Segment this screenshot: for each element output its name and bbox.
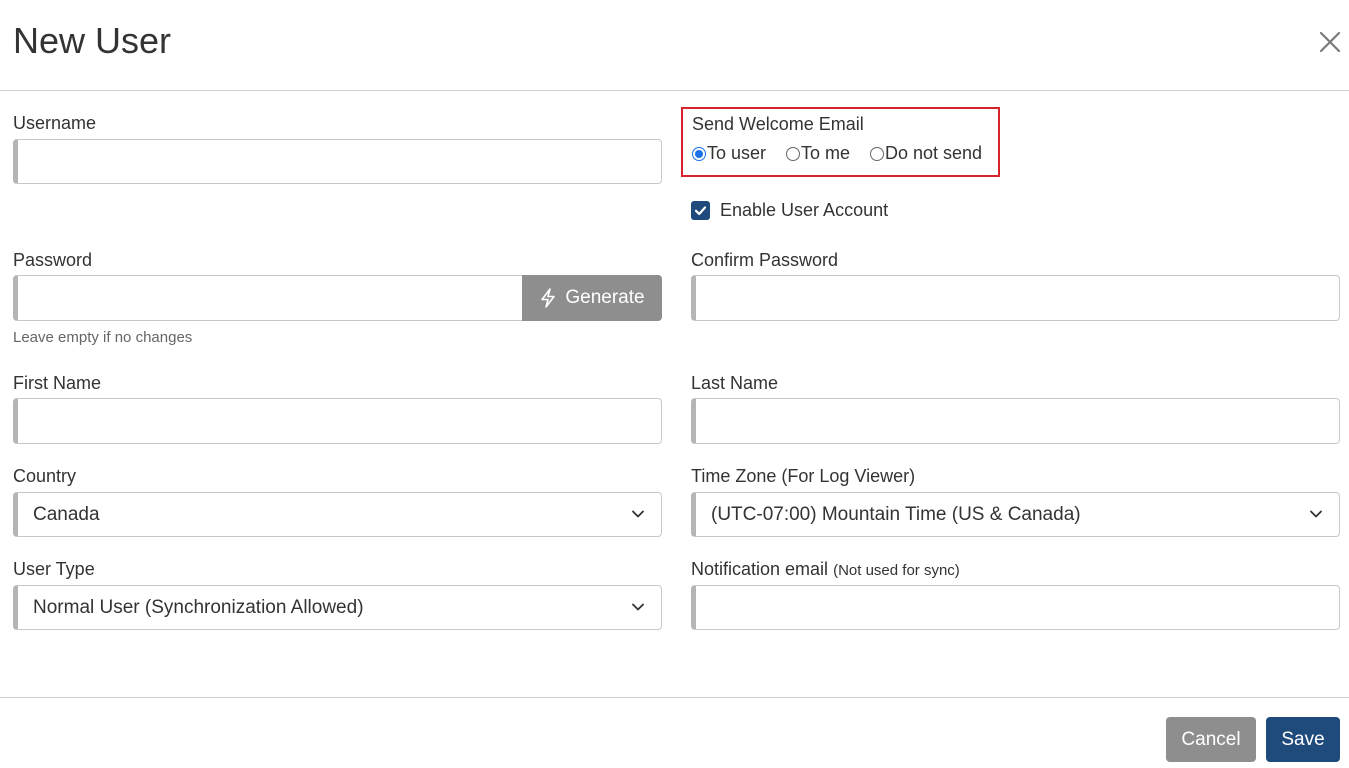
last-name-label: Last Name [691, 373, 779, 393]
close-button[interactable] [1316, 28, 1344, 56]
checkmark-icon [694, 206, 707, 216]
radio-to-me[interactable]: To me [786, 143, 850, 164]
radio-do-not-send-label: Do not send [885, 143, 983, 163]
chevron-down-icon [631, 509, 645, 519]
notification-email-input[interactable] [691, 585, 1340, 630]
user-type-select[interactable]: Normal User (Synchronization Allowed) [13, 585, 662, 630]
enable-account-checkbox[interactable] [691, 201, 710, 220]
welcome-email-label: Send Welcome Email [692, 114, 864, 134]
notification-email-label-text: Notification email [691, 559, 829, 579]
password-label: Password [13, 250, 93, 270]
country-label: Country [13, 466, 77, 486]
notification-email-note: (Not used for sync) [833, 562, 960, 579]
password-help-text: Leave empty if no changes [13, 329, 193, 346]
confirm-password-input[interactable] [691, 275, 1340, 321]
radio-do-not-send[interactable]: Do not send [870, 143, 982, 164]
chevron-down-icon [1309, 509, 1323, 519]
generate-label: Generate [565, 287, 645, 308]
time-zone-value: (UTC-07:00) Mountain Time (US & Canada) [711, 504, 1081, 525]
notification-email-label: Notification email (Not used for sync) [691, 559, 960, 580]
radio-to-user[interactable]: To user [692, 143, 766, 164]
lightning-icon [541, 288, 556, 308]
first-name-input[interactable] [13, 398, 662, 444]
radio-button[interactable] [786, 146, 800, 161]
save-button[interactable]: Save [1266, 717, 1340, 762]
password-input[interactable] [13, 275, 523, 321]
chevron-down-icon [631, 602, 645, 612]
radio-to-me-label: To me [801, 143, 851, 163]
confirm-password-label: Confirm Password [691, 250, 839, 270]
generate-button[interactable]: Generate [522, 275, 662, 321]
first-name-label: First Name [13, 373, 102, 393]
close-icon [1319, 31, 1341, 53]
time-zone-label: Time Zone (For Log Viewer) [691, 466, 916, 486]
modal-header: New User [0, 0, 1349, 91]
user-type-value: Normal User (Synchronization Allowed) [33, 597, 364, 618]
username-input[interactable] [13, 139, 662, 184]
radio-to-user-label: To user [707, 143, 767, 163]
enable-account-label: Enable User Account [720, 200, 889, 220]
welcome-email-group: Send Welcome Email To user To me Do not … [681, 107, 1000, 177]
country-select[interactable]: Canada [13, 492, 662, 537]
cancel-button[interactable]: Cancel [1166, 717, 1256, 762]
radio-button-selected[interactable] [692, 146, 706, 161]
user-type-label: User Type [13, 559, 95, 579]
radio-button[interactable] [870, 146, 884, 161]
last-name-input[interactable] [691, 398, 1340, 444]
country-value: Canada [33, 504, 100, 525]
dialog-title: New User [13, 20, 172, 61]
username-label: Username [13, 113, 97, 133]
time-zone-select[interactable]: (UTC-07:00) Mountain Time (US & Canada) [691, 492, 1340, 537]
modal-footer [0, 697, 1349, 768]
